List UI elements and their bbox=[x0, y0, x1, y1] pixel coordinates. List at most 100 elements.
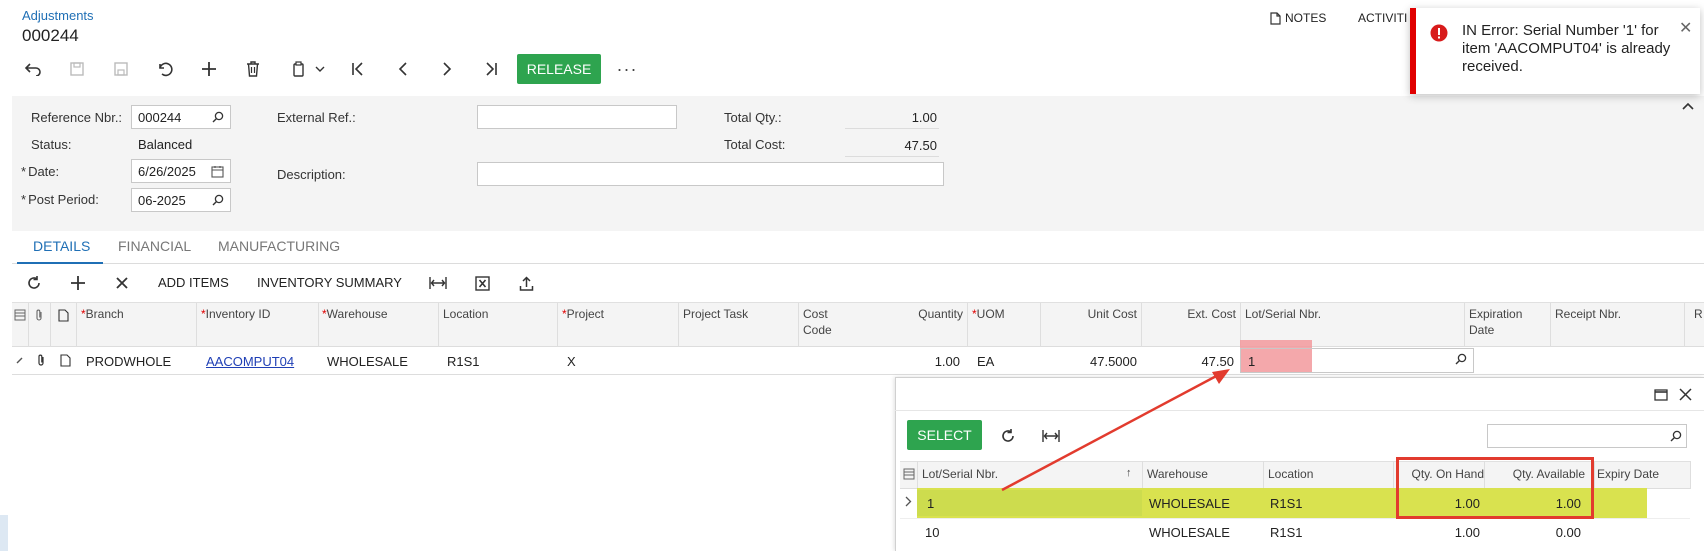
notes-link[interactable]: NOTES bbox=[1270, 11, 1326, 25]
column-header-text: Warehouse bbox=[326, 307, 388, 321]
column-header-text: Code bbox=[803, 323, 832, 337]
cell-warehouse[interactable]: WHOLESALE bbox=[327, 354, 408, 369]
copy-paste-button[interactable] bbox=[285, 56, 331, 82]
back-button[interactable] bbox=[19, 56, 47, 82]
last-record-button[interactable] bbox=[477, 56, 505, 82]
add-row-button[interactable] bbox=[64, 270, 92, 296]
delete-row-button[interactable] bbox=[108, 270, 136, 296]
previous-record-button[interactable] bbox=[389, 56, 417, 82]
calendar-icon[interactable] bbox=[211, 165, 224, 178]
close-icon[interactable]: ✕ bbox=[1679, 18, 1692, 38]
more-actions-button[interactable]: ··· bbox=[615, 56, 639, 82]
cell-quantity[interactable]: 1.00 bbox=[880, 354, 960, 369]
save-close-button[interactable] bbox=[63, 56, 91, 82]
lot-serial-input[interactable] bbox=[1240, 348, 1474, 373]
add-button[interactable] bbox=[195, 56, 223, 82]
next-record-button[interactable] bbox=[433, 56, 461, 82]
cell-project[interactable]: X bbox=[567, 354, 576, 369]
description-field[interactable] bbox=[477, 162, 944, 186]
column-header-project-task[interactable]: Project Task bbox=[683, 306, 748, 322]
column-header-r[interactable]: R bbox=[1694, 306, 1703, 322]
column-header-text: Branch bbox=[85, 307, 124, 321]
reference-nbr-field[interactable]: 000244 bbox=[131, 105, 231, 129]
lookup-column-warehouse[interactable]: Warehouse bbox=[1147, 467, 1208, 481]
search-icon[interactable] bbox=[212, 111, 224, 123]
lookup-fit-columns-button[interactable] bbox=[1037, 423, 1065, 449]
cell-inventory-id-link[interactable]: AACOMPUT04 bbox=[206, 354, 294, 369]
add-items-button[interactable]: ADD ITEMS bbox=[158, 275, 229, 290]
column-header-unit-cost[interactable]: Unit Cost bbox=[1045, 306, 1137, 322]
plus-icon bbox=[71, 276, 85, 290]
lookup-refresh-button[interactable] bbox=[994, 423, 1022, 449]
page-title: 000244 bbox=[22, 26, 79, 45]
lookup-column-location[interactable]: Location bbox=[1268, 467, 1313, 481]
date-field[interactable]: 6/26/2025 bbox=[131, 159, 231, 183]
lookup-search-input[interactable] bbox=[1487, 424, 1687, 448]
save-button[interactable] bbox=[107, 56, 135, 82]
tab-details[interactable]: DETAILS bbox=[33, 238, 90, 254]
search-icon[interactable] bbox=[1455, 353, 1467, 365]
search-icon[interactable] bbox=[1670, 430, 1682, 442]
tab-manufacturing[interactable]: MANUFACTURING bbox=[218, 238, 340, 254]
chevron-down-icon bbox=[315, 66, 325, 72]
close-icon[interactable] bbox=[1679, 388, 1692, 401]
lookup-cell-qty-available[interactable]: 0.00 bbox=[1489, 525, 1581, 540]
column-header-lot-serial[interactable]: Lot/Serial Nbr. bbox=[1245, 306, 1321, 322]
tab-financial[interactable]: FINANCIAL bbox=[118, 238, 191, 254]
column-header-cost-code[interactable]: Cost Code bbox=[803, 306, 832, 338]
cell-uom[interactable]: EA bbox=[977, 354, 994, 369]
column-header-ext-cost[interactable]: Ext. Cost bbox=[1146, 306, 1236, 322]
column-separator bbox=[1594, 461, 1595, 489]
lookup-cell-warehouse[interactable]: WHOLESALE bbox=[1149, 496, 1230, 511]
lookup-cell-location[interactable]: R1S1 bbox=[1270, 496, 1303, 511]
save-icon bbox=[70, 62, 84, 76]
lookup-cell-warehouse[interactable]: WHOLESALE bbox=[1149, 525, 1230, 540]
cell-location[interactable]: R1S1 bbox=[447, 354, 480, 369]
cell-branch[interactable]: PRODWHOLE bbox=[86, 354, 171, 369]
column-header-uom[interactable]: *UOM bbox=[972, 306, 1005, 322]
note-icon[interactable] bbox=[60, 354, 71, 367]
sort-ascending-icon[interactable]: ↑ bbox=[1126, 467, 1132, 479]
column-header-branch[interactable]: *Branch bbox=[81, 306, 124, 322]
column-header-project[interactable]: *Project bbox=[562, 306, 604, 322]
row-selector-icon[interactable] bbox=[903, 468, 915, 480]
breadcrumb[interactable]: Adjustments bbox=[22, 8, 94, 23]
release-button[interactable]: RELEASE bbox=[517, 54, 601, 84]
lookup-column-expiry-date[interactable]: Expiry Date bbox=[1597, 467, 1659, 481]
cancel-button[interactable] bbox=[151, 56, 179, 82]
column-header-location[interactable]: Location bbox=[443, 306, 488, 322]
search-icon[interactable] bbox=[212, 194, 224, 206]
refresh-button[interactable] bbox=[20, 270, 48, 296]
upload-button[interactable] bbox=[512, 270, 540, 296]
delete-button[interactable] bbox=[239, 56, 267, 82]
chevron-up-icon[interactable] bbox=[1682, 102, 1694, 110]
maximize-icon[interactable] bbox=[1654, 389, 1668, 401]
column-header-expiration-date[interactable]: Expiration Date bbox=[1469, 306, 1522, 338]
activities-link[interactable]: ACTIVITI bbox=[1358, 11, 1407, 25]
external-ref-field[interactable] bbox=[477, 105, 677, 129]
column-header-warehouse[interactable]: *Warehouse bbox=[322, 306, 388, 322]
edit-pencil-icon bbox=[16, 356, 24, 364]
lookup-column-lot-serial[interactable]: Lot/Serial Nbr. bbox=[922, 467, 998, 481]
column-header-inventory-id[interactable]: *Inventory ID bbox=[201, 306, 270, 322]
row-selector-icon[interactable] bbox=[14, 309, 26, 321]
fit-columns-button[interactable] bbox=[424, 270, 452, 296]
column-header-text: UOM bbox=[976, 307, 1005, 321]
paperclip-icon[interactable] bbox=[36, 354, 46, 367]
cell-ext-cost[interactable]: 47.50 bbox=[1146, 354, 1234, 369]
export-excel-button[interactable] bbox=[468, 270, 496, 296]
column-separator bbox=[1142, 461, 1143, 489]
column-header-quantity[interactable]: Quantity bbox=[880, 306, 963, 322]
first-record-button[interactable] bbox=[344, 56, 372, 82]
lookup-cell-lot-serial[interactable]: 1 bbox=[927, 496, 934, 511]
post-period-field[interactable]: 06-2025 bbox=[131, 188, 231, 212]
clipboard-icon bbox=[293, 61, 304, 77]
column-header-receipt-nbr[interactable]: Receipt Nbr. bbox=[1555, 306, 1621, 322]
lookup-cell-lot-serial[interactable]: 10 bbox=[925, 525, 939, 540]
cell-unit-cost[interactable]: 47.5000 bbox=[1045, 354, 1137, 369]
select-button[interactable]: SELECT bbox=[907, 420, 982, 450]
lookup-cell-location[interactable]: R1S1 bbox=[1270, 525, 1303, 540]
total-cost-value: 47.50 bbox=[904, 138, 937, 153]
inventory-summary-button[interactable]: INVENTORY SUMMARY bbox=[257, 275, 402, 290]
lookup-cell-qty-on-hand[interactable]: 1.00 bbox=[1398, 525, 1480, 540]
